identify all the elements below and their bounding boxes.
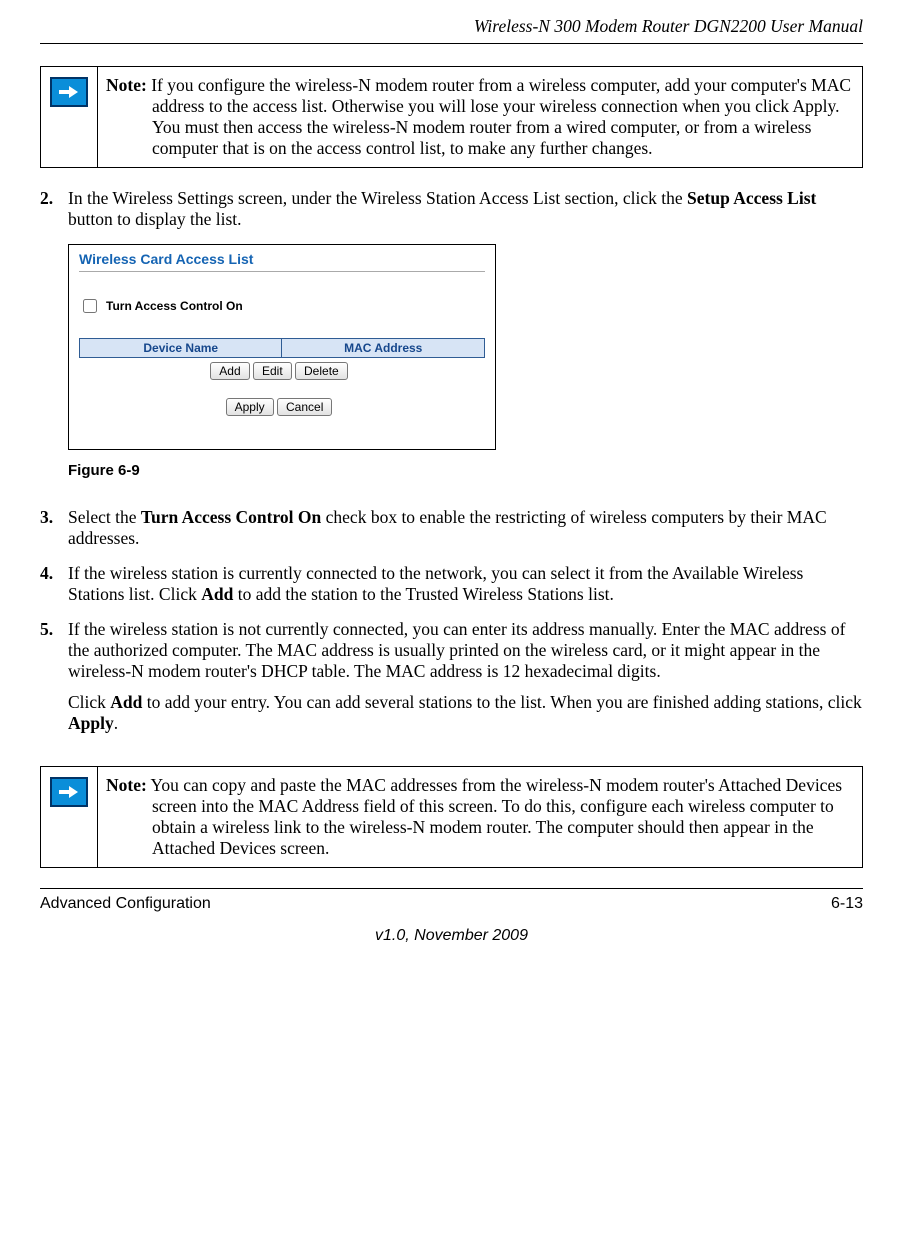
step-number-3: 3.	[40, 507, 68, 549]
header-rule	[40, 43, 863, 44]
footer-center: v1.0, November 2009	[40, 927, 863, 945]
col-mac-address: MAC Address	[282, 339, 485, 358]
step-5-p2-bold2: Apply	[68, 713, 114, 733]
note-label-2: Note:	[106, 775, 147, 795]
figure-wrap: Wireless Card Access List Turn Access Co…	[68, 244, 863, 450]
step-2-text-a: In the Wireless Settings screen, under t…	[68, 188, 687, 208]
step-number-5: 5.	[40, 619, 68, 744]
step-2-bold: Setup Access List	[687, 188, 816, 208]
arrow-right-icon	[50, 77, 88, 107]
footer-left: Advanced Configuration	[40, 895, 211, 913]
footer-row: Advanced Configuration 6-13	[40, 895, 863, 913]
footer-right: 6-13	[831, 895, 863, 913]
apply-button[interactable]: Apply	[226, 398, 274, 416]
step-2-body: In the Wireless Settings screen, under t…	[68, 188, 863, 230]
note-text-2: Note: You can copy and paste the MAC add…	[98, 767, 862, 867]
step-number-2: 2.	[40, 188, 68, 230]
step-4-text-b: to add the station to the Trusted Wirele…	[233, 584, 614, 604]
step-5-p2-c: .	[114, 713, 118, 733]
edit-button[interactable]: Edit	[253, 362, 292, 380]
delete-button[interactable]: Delete	[295, 362, 348, 380]
step-3-text-a: Select the	[68, 507, 141, 527]
figure-panel: Wireless Card Access List Turn Access Co…	[68, 244, 496, 450]
note-label: Note:	[106, 75, 147, 95]
step-3-bold: Turn Access Control On	[141, 507, 321, 527]
figure-title: Wireless Card Access List	[79, 251, 485, 267]
turn-access-control-checkbox[interactable]	[83, 299, 97, 313]
step-5-p2-bold1: Add	[110, 692, 142, 712]
note-body-text-2: You can copy and paste the MAC addresses…	[151, 775, 842, 858]
step-4-body: If the wireless station is currently con…	[68, 563, 863, 605]
col-device-name: Device Name	[80, 339, 282, 358]
step-5-para-1: If the wireless station is not currently…	[68, 619, 863, 682]
step-5-p2-b: to add your entry. You can add several s…	[142, 692, 861, 712]
step-2-text-b: button to display the list.	[68, 209, 242, 229]
header-title: Wireless-N 300 Modem Router DGN2200 User…	[40, 16, 863, 37]
note-box-2: Note: You can copy and paste the MAC add…	[40, 766, 863, 868]
footer-rule	[40, 888, 863, 889]
step-3-body: Select the Turn Access Control On check …	[68, 507, 863, 549]
step-4-bold: Add	[201, 584, 233, 604]
access-list-table: Device Name MAC Address	[79, 338, 485, 358]
cancel-button[interactable]: Cancel	[277, 398, 332, 416]
arrow-right-icon	[50, 777, 88, 807]
note-body-text: If you configure the wireless-N modem ro…	[151, 75, 851, 158]
step-number-4: 4.	[40, 563, 68, 605]
step-5-p2-a: Click	[68, 692, 110, 712]
note-box-1: Note: If you configure the wireless-N mo…	[40, 66, 863, 168]
figure-caption: Figure 6-9	[68, 462, 863, 479]
add-button[interactable]: Add	[210, 362, 249, 380]
checkbox-label: Turn Access Control On	[106, 299, 243, 313]
note-text: Note: If you configure the wireless-N mo…	[98, 67, 862, 167]
note-icon-cell	[41, 67, 98, 167]
step-5-body: If the wireless station is not currently…	[68, 619, 863, 744]
figure-hr	[79, 271, 485, 272]
note-icon-cell-2	[41, 767, 98, 867]
